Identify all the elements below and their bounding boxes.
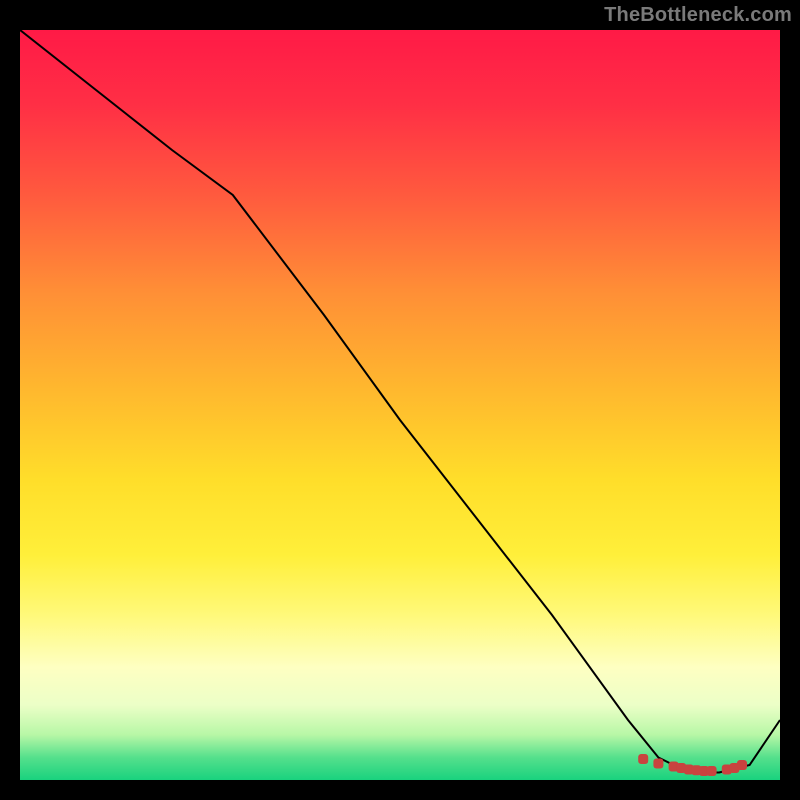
highlight-marker [653, 759, 663, 769]
watermark-text: TheBottleneck.com [604, 4, 792, 27]
series-curve [20, 30, 780, 773]
highlight-marker [638, 754, 648, 764]
highlight-marker [737, 760, 747, 770]
plot-area [20, 30, 780, 780]
chart-stage: TheBottleneck.com [0, 0, 800, 800]
highlight-marker [707, 766, 717, 776]
plot-svg [20, 30, 780, 780]
highlight-marker-group [638, 754, 747, 776]
